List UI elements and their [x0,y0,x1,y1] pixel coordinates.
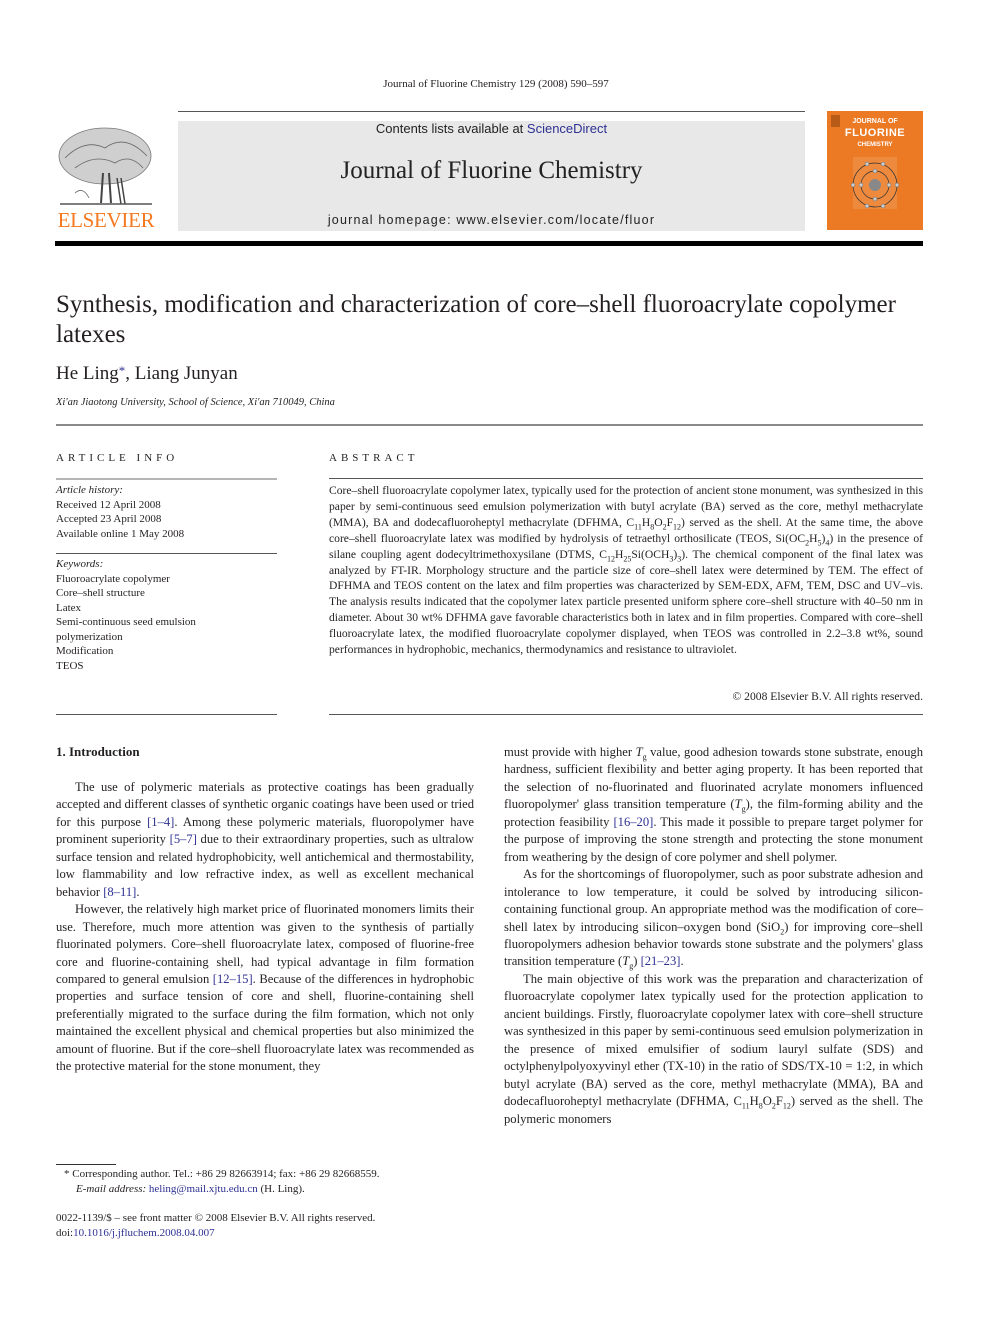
elsevier-wordmark: ELSEVIER [57,208,155,232]
keyword: Latex [56,601,82,614]
journal-cover-image: JOURNAL OF FLUORINE CHEMISTRY [827,111,923,230]
formula-dfhma: C11H8O2F12 [626,515,682,532]
header-top-rule [178,111,805,112]
issn-line: 0022-1139/$ – see front matter © 2008 El… [56,1212,376,1224]
keyword: Semi-continuous seed emulsion polymeriza… [56,616,196,643]
citation-link[interactable]: [21–23] [641,954,681,968]
doi-link[interactable]: 10.1016/j.jfluchem.2008.04.007 [73,1227,214,1239]
corresponding-author-footnote: * Corresponding author. Tel.: +86 29 826… [64,1168,380,1195]
journal-homepage[interactable]: journal homepage: www.elsevier.com/locat… [178,213,805,227]
citation-link[interactable]: [1–4] [147,815,174,829]
author-name: He Ling [56,363,119,384]
footnote-rule [56,1164,116,1165]
journal-banner: Contents lists available at ScienceDirec… [178,121,805,231]
journal-reference: Journal of Fluorine Chemistry 129 (2008)… [383,78,609,90]
history-item: Available online 1 May 2008 [56,527,185,540]
paragraph: As for the shortcomings of fluoropolymer… [504,867,923,971]
article-title: Synthesis, modification and characteriza… [56,291,896,348]
info-divider [56,714,277,715]
abstract-copyright: © 2008 Elsevier B.V. All rights reserved… [732,690,923,703]
email-label: E-mail address: [76,1183,149,1195]
body-column-left: The use of polymeric materials as protec… [56,779,474,1076]
contents-prefix: Contents lists available at [375,121,527,136]
author-separator: , [125,363,135,384]
abstract-heading: ABSTRACT [329,452,419,464]
info-divider [56,478,277,480]
paragraph: must provide with higher Tg value, good … [504,745,924,864]
section-heading-introduction: 1. Introduction [56,744,140,759]
cover-title-line: FLUORINE [844,127,906,139]
history-label: Article history: [56,484,123,496]
abstract-divider [329,714,923,715]
author-name: Liang Junyan [134,363,238,384]
keywords-list: Keywords: Fluoroacrylate copolymer Core–… [56,557,277,673]
header-thick-rule [55,241,923,246]
section-divider [56,424,923,426]
keywords-label: Keywords: [56,558,104,570]
article-history: Article history: Received 12 April 2008 … [56,483,184,541]
abstract-divider [329,478,923,479]
citation-link[interactable]: [16–20] [613,815,653,829]
abstract-segment: ). The chemical component of the final l… [329,547,923,657]
history-item: Received 12 April 2008 [56,498,161,511]
keyword: TEOS [56,659,84,672]
citation-link[interactable]: [12–15] [213,972,253,986]
article-info-heading: ARTICLE INFO [56,452,179,464]
body-column-right: must provide with higher Tg value, good … [504,744,923,1128]
affiliation: Xi'an Jiaotong University, School of Sci… [56,397,335,408]
author-list: He Ling*, Liang Junyan [56,363,238,385]
paragraph: The use of polymeric materials as protec… [56,780,474,899]
citation-link[interactable]: [5–7] [170,832,197,846]
info-divider [56,553,277,554]
paragraph: The main objective of this work was the … [504,971,923,1126]
cover-title-line: JOURNAL OF [852,118,898,125]
contents-line: Contents lists available at ScienceDirec… [178,121,805,136]
keyword: Fluoroacrylate copolymer [56,572,170,585]
abstract-text: Core–shell fluoroacrylate copolymer late… [329,484,923,657]
email-link[interactable]: heling@mail.xjtu.edu.cn [149,1183,258,1195]
keyword: Modification [56,645,114,657]
atom-illustration-icon [850,157,900,209]
paragraph: However, the relatively high market pric… [56,902,474,1074]
journal-name: Journal of Fluorine Chemistry [340,157,643,184]
citation-link[interactable]: [8–11] [103,885,136,899]
history-item: Accepted 23 April 2008 [56,513,162,525]
keyword: Core–shell structure [56,587,145,599]
front-matter: 0022-1139/$ – see front matter © 2008 El… [56,1212,376,1239]
footnote-contact: Corresponding author. Tel.: +86 29 82663… [69,1168,380,1180]
cover-title-line: CHEMISTRY [857,142,893,148]
cover-title: JOURNAL OF FLUORINE CHEMISTRY [827,117,923,150]
sciencedirect-link[interactable]: ScienceDirect [527,121,607,136]
